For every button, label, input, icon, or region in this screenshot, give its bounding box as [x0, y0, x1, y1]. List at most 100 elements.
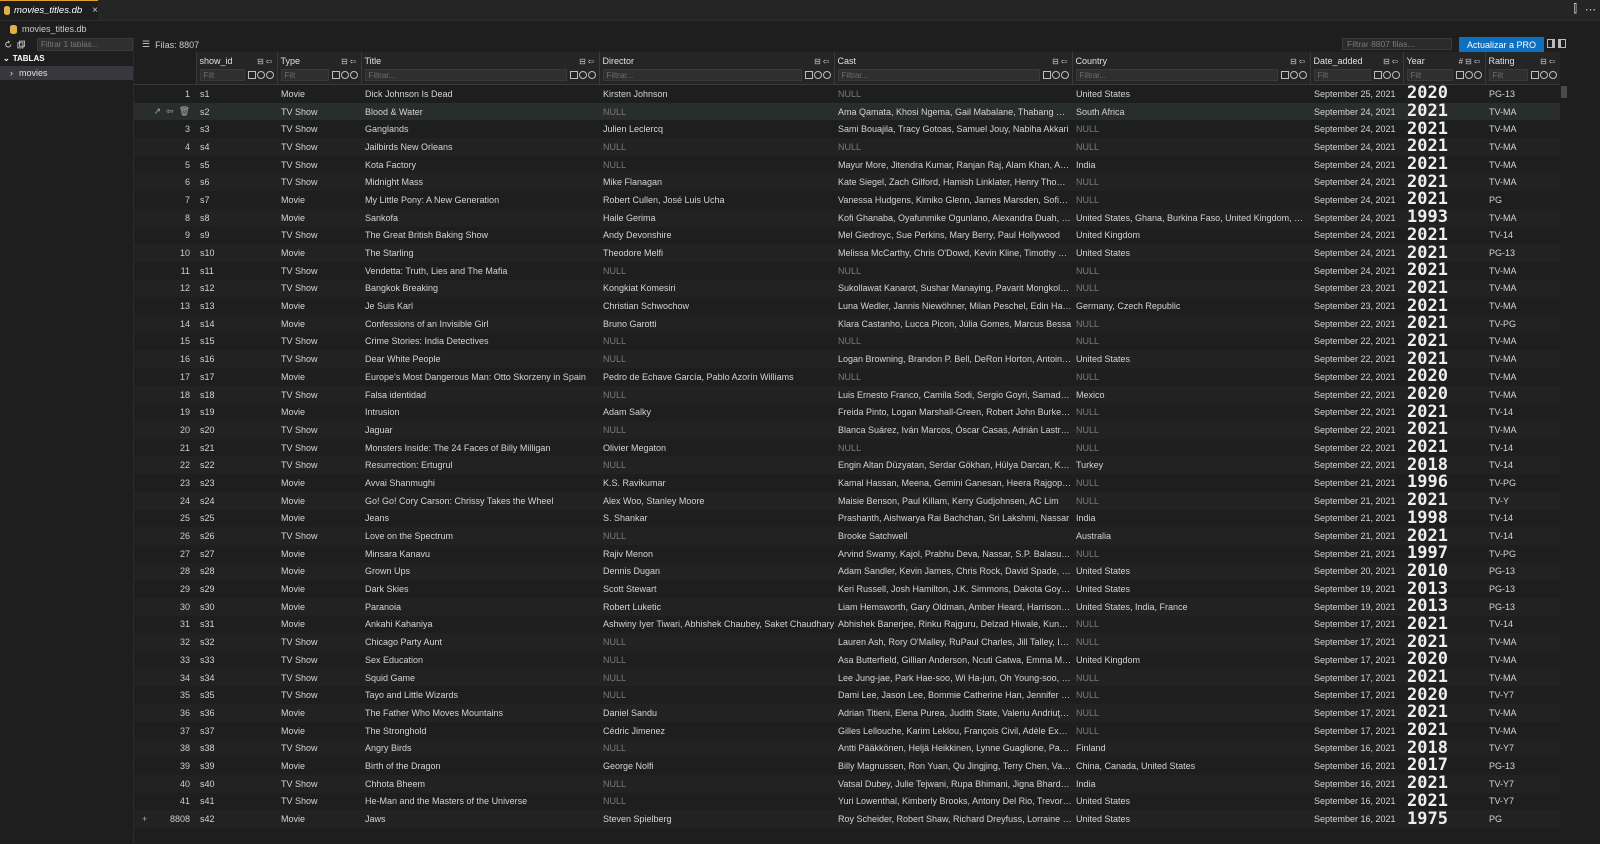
cell-cast[interactable]: Yuri Lowenthal, Kimberly Brooks, Antony …: [834, 792, 1072, 811]
pin-icon[interactable]: ⇦: [1299, 57, 1306, 66]
cell-cast[interactable]: Ama Qamata, Khosi Ngema, Gail Mabalane, …: [834, 102, 1072, 121]
cell-cast[interactable]: Antti Pääkkönen, Heljä Heikkinen, Lynne …: [834, 739, 1072, 758]
cell-cast[interactable]: Asa Butterfield, Gillian Anderson, Ncuti…: [834, 651, 1072, 669]
cell-show_id[interactable]: s12: [196, 279, 277, 298]
cell-title[interactable]: Minsara Kanavu: [361, 544, 599, 563]
cell-type[interactable]: Movie: [277, 314, 361, 333]
null-filter-icon[interactable]: [340, 71, 349, 79]
info-icon[interactable]: [1060, 71, 1069, 79]
cell-show_id[interactable]: s15: [196, 332, 277, 351]
cell-title[interactable]: Dear White People: [361, 350, 599, 368]
cell-year[interactable]: 1997: [1403, 544, 1485, 563]
cell-date_added[interactable]: September 22, 2021: [1310, 403, 1403, 422]
pin-icon[interactable]: ⇦: [588, 57, 595, 66]
cell-country[interactable]: Turkey: [1072, 456, 1310, 475]
cell-title[interactable]: Angry Birds: [361, 739, 599, 758]
cell-type[interactable]: Movie: [277, 580, 361, 598]
cell-date_added[interactable]: September 21, 2021: [1310, 474, 1403, 492]
cell-year[interactable]: 2021: [1403, 138, 1485, 156]
cell-year[interactable]: 2021: [1403, 332, 1485, 351]
cell-director[interactable]: NULL: [599, 421, 834, 439]
cell-date_added[interactable]: September 22, 2021: [1310, 314, 1403, 333]
cell-country[interactable]: United States: [1072, 792, 1310, 811]
cell-date_added[interactable]: September 22, 2021: [1310, 332, 1403, 351]
cell-show_id[interactable]: s22: [196, 456, 277, 475]
cell-year[interactable]: 2021: [1403, 403, 1485, 422]
cell-cast[interactable]: Adam Sandler, Kevin James, Chris Rock, D…: [834, 562, 1072, 581]
filter-mode-icon[interactable]: [1530, 71, 1539, 79]
table-row[interactable]: 25 s25 Movie Jeans S. Shankar Prashanth, Aish…: [134, 509, 1560, 528]
table-row[interactable]: 10 s10 Movie The Starling Theodore Melfi Meli…: [134, 244, 1560, 262]
cell-title[interactable]: Vendetta: Truth, Lies and The Mafia: [361, 261, 599, 280]
cell-show_id[interactable]: s30: [196, 597, 277, 616]
cell-year[interactable]: 2021: [1403, 438, 1485, 457]
cell-year[interactable]: 2021: [1403, 261, 1485, 280]
cell-date_added[interactable]: September 24, 2021: [1310, 120, 1403, 139]
cell-title[interactable]: Jeans: [361, 509, 599, 528]
cell-year[interactable]: 2021: [1403, 226, 1485, 245]
cell-rating[interactable]: TV-MA: [1485, 721, 1560, 740]
cell-rating[interactable]: PG: [1485, 191, 1560, 209]
cell-date_added[interactable]: September 17, 2021: [1310, 633, 1403, 651]
cell-rating[interactable]: TV-MA: [1485, 279, 1560, 298]
cell-cast[interactable]: Roy Scheider, Robert Shaw, Richard Dreyf…: [834, 810, 1072, 828]
table-row[interactable]: 27 s27 Movie Minsara Kanavu Rajiv Menon Arvin…: [134, 544, 1560, 563]
cell-show_id[interactable]: s41: [196, 792, 277, 811]
cell-country[interactable]: NULL: [1072, 686, 1310, 705]
cell-cast[interactable]: Vanessa Hudgens, Kimiko Glenn, James Mar…: [834, 191, 1072, 209]
cell-date_added[interactable]: September 22, 2021: [1310, 350, 1403, 368]
cell-year[interactable]: 2021: [1403, 527, 1485, 545]
cell-rating[interactable]: TV-MA: [1485, 385, 1560, 404]
cell-show_id[interactable]: s31: [196, 615, 277, 634]
vertical-scrollbar[interactable]: [1560, 52, 1568, 844]
cell-type[interactable]: Movie: [277, 244, 361, 262]
filter-mode-icon[interactable]: [1373, 71, 1382, 79]
cell-director[interactable]: Robert Luketic: [599, 597, 834, 616]
cell-director[interactable]: NULL: [599, 102, 834, 121]
cell-country[interactable]: NULL: [1072, 704, 1310, 722]
cell-director[interactable]: Haile Gerima: [599, 208, 834, 227]
cell-title[interactable]: Intrusion: [361, 403, 599, 422]
cell-title[interactable]: Jailbirds New Orleans: [361, 138, 599, 156]
filter-mode-icon[interactable]: [247, 71, 256, 79]
cell-show_id[interactable]: s8: [196, 208, 277, 227]
cell-title[interactable]: Blood & Water: [361, 102, 599, 121]
collapse-all-icon[interactable]: [16, 40, 26, 49]
table-row[interactable]: 17 s17 Movie Europe's Most Dangerous Man: O…: [134, 368, 1560, 386]
table-row[interactable]: 33 s33 TV Show Sex Education NULL Asa Butterf…: [134, 651, 1560, 669]
column-filter-input[interactable]: [1488, 69, 1528, 81]
cell-rating[interactable]: TV-MA: [1485, 155, 1560, 174]
cell-country[interactable]: United States: [1072, 350, 1310, 368]
cell-year[interactable]: 2021: [1403, 421, 1485, 439]
cell-cast[interactable]: Engin Altan Düzyatan, Serdar Gökhan, Hül…: [834, 456, 1072, 475]
cell-date_added[interactable]: September 17, 2021: [1310, 686, 1403, 705]
cell-type[interactable]: TV Show: [277, 633, 361, 651]
cell-cast[interactable]: Gilles Lellouche, Karim Leklou, François…: [834, 721, 1072, 740]
cell-director[interactable]: Andy Devonshire: [599, 226, 834, 245]
table-row[interactable]: 37 s37 Movie The Stronghold Cédric Jimenez Gi…: [134, 721, 1560, 740]
cell-rating[interactable]: PG-13: [1485, 580, 1560, 598]
cell-director[interactable]: Theodore Melfi: [599, 244, 834, 262]
sidebar-item-movies[interactable]: › movies: [0, 66, 133, 80]
cell-country[interactable]: United States, India, France: [1072, 597, 1310, 616]
cell-country[interactable]: Finland: [1072, 739, 1310, 758]
cell-type[interactable]: Movie: [277, 597, 361, 616]
cell-director[interactable]: NULL: [599, 138, 834, 156]
cell-director[interactable]: Mike Flanagan: [599, 173, 834, 192]
cell-type[interactable]: Movie: [277, 368, 361, 386]
cell-cast[interactable]: Klara Castanho, Lucca Picon, Júlia Gomes…: [834, 314, 1072, 333]
cell-date_added[interactable]: September 24, 2021: [1310, 138, 1403, 156]
cell-year[interactable]: 2020: [1403, 84, 1485, 103]
cell-cast[interactable]: NULL: [834, 261, 1072, 280]
cell-director[interactable]: Daniel Sandu: [599, 704, 834, 722]
cell-title[interactable]: Crime Stories: India Detectives: [361, 332, 599, 351]
column-menu-icon[interactable]: ⊟: [1465, 57, 1472, 66]
cell-date_added[interactable]: September 24, 2021: [1310, 244, 1403, 262]
info-icon[interactable]: [1473, 71, 1482, 79]
null-filter-icon[interactable]: [1539, 71, 1548, 79]
pin-icon[interactable]: ⇦: [1061, 57, 1068, 66]
cell-title[interactable]: Dick Johnson Is Dead: [361, 84, 599, 103]
cell-country[interactable]: NULL: [1072, 491, 1310, 510]
cell-title[interactable]: Falsa identidad: [361, 385, 599, 404]
table-row[interactable]: 41 s41 TV Show He-Man and the Masters of th…: [134, 792, 1560, 811]
